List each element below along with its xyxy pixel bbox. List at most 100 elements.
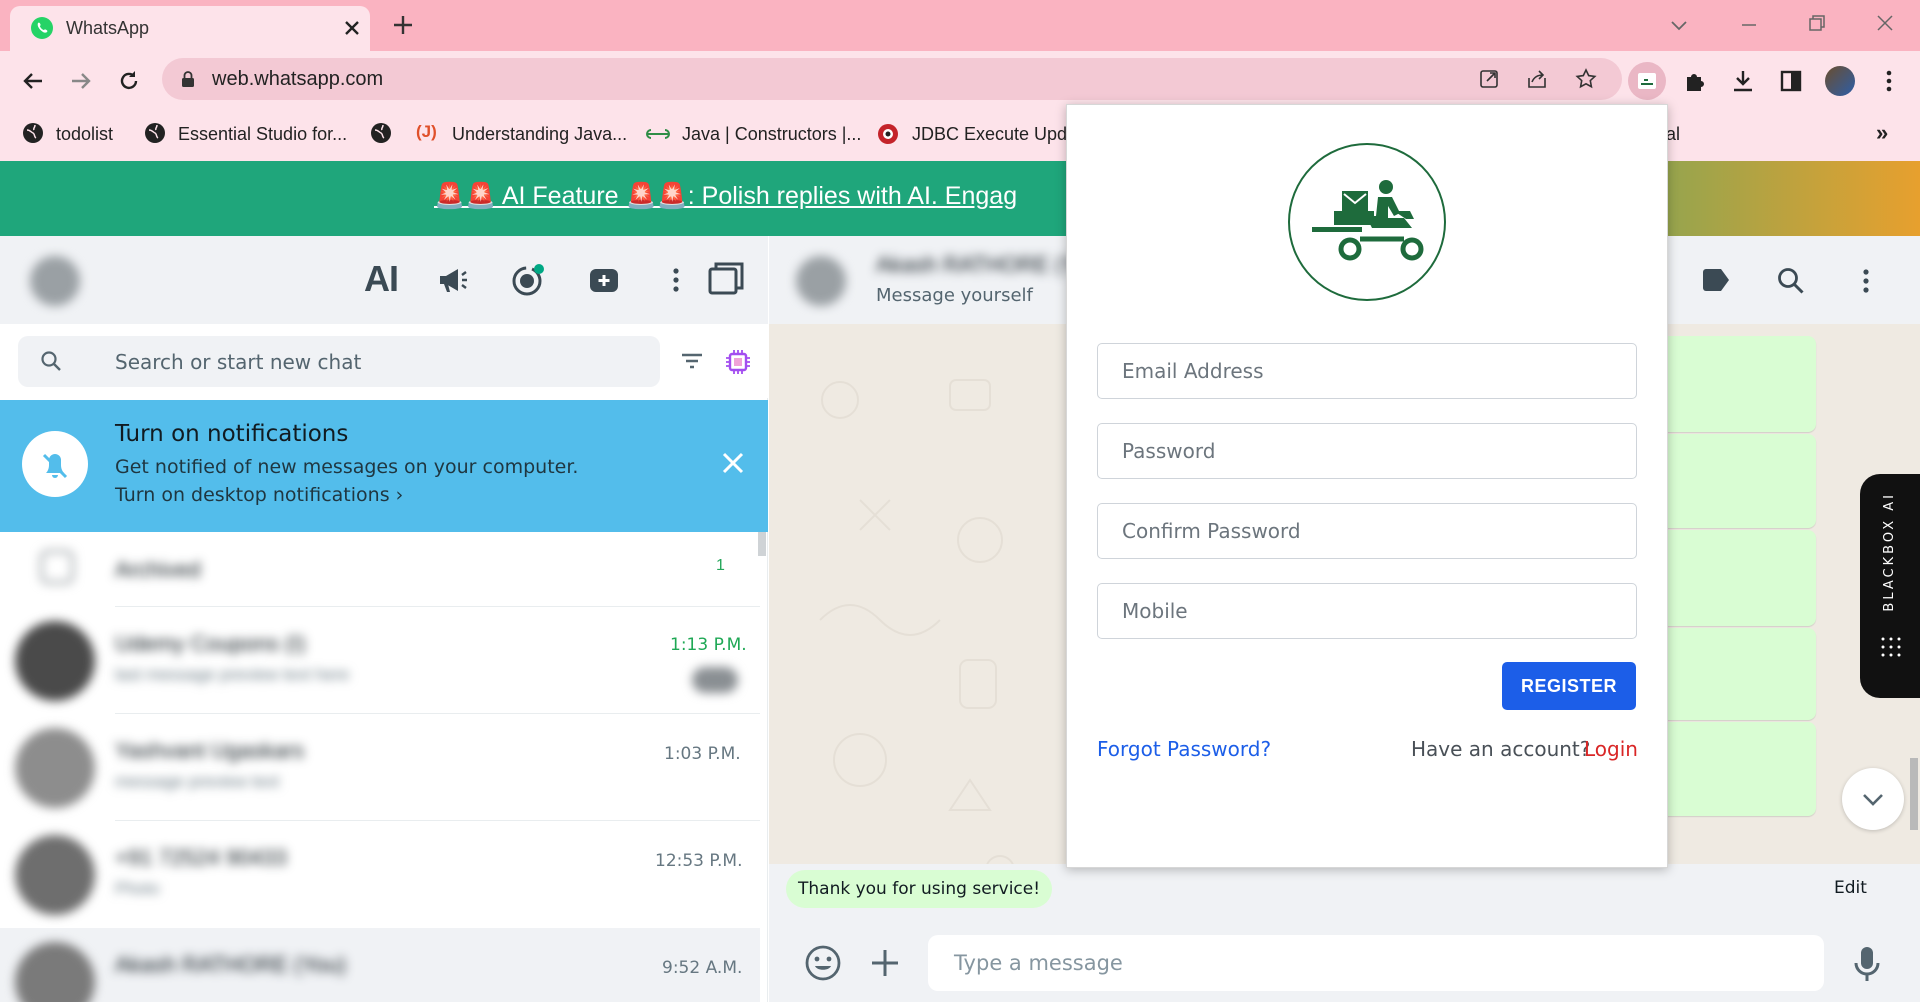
tab-close-icon[interactable] xyxy=(340,16,364,40)
ai-chip-icon[interactable] xyxy=(724,348,752,376)
email-field[interactable]: Email Address xyxy=(1097,343,1637,399)
notification-link[interactable]: Turn on desktop notifications › xyxy=(115,484,403,506)
bookmark-truncated[interactable]: al xyxy=(1666,124,1680,145)
register-button[interactable]: REGISTER xyxy=(1502,662,1636,710)
minimize-icon[interactable] xyxy=(1738,14,1760,36)
conversation-scrollbar-thumb[interactable] xyxy=(1910,758,1918,830)
password-field[interactable]: Password xyxy=(1097,423,1637,479)
chat-avatar xyxy=(15,942,95,1002)
wallpaper-doodles xyxy=(800,340,1060,900)
ai-button[interactable]: AI xyxy=(364,258,399,300)
new-tab-icon[interactable] xyxy=(390,12,416,38)
microphone-icon[interactable] xyxy=(1852,944,1882,984)
bookmarks-overflow-chevron-icon[interactable]: » xyxy=(1876,120,1888,146)
notification-body: Get notified of new messages on your com… xyxy=(115,456,579,478)
bookmark-understanding-java[interactable]: Understanding Java... xyxy=(452,124,627,145)
confirm-password-field[interactable]: Confirm Password xyxy=(1097,503,1637,559)
ai-feature-banner-text[interactable]: 🚨🚨 AI Feature 🚨🚨: Polish replies with AI… xyxy=(434,182,1017,211)
chat-avatar xyxy=(15,621,95,701)
delivery-scooter-icon xyxy=(1312,180,1424,261)
open-in-app-icon[interactable] xyxy=(1478,68,1500,90)
quick-reply-chip[interactable]: Thank you for using service! xyxy=(786,870,1053,908)
confirm-password-placeholder: Confirm Password xyxy=(1122,519,1301,543)
bell-off-icon xyxy=(22,431,88,497)
globe-icon[interactable] xyxy=(370,122,392,144)
chat-name: Yashvant Ugaskars xyxy=(115,738,305,763)
globe-icon xyxy=(22,122,44,144)
extensions-puzzle-icon[interactable] xyxy=(1682,68,1708,94)
chat-avatar xyxy=(15,728,95,808)
multi-window-icon[interactable] xyxy=(706,260,746,298)
blackbox-logo-icon xyxy=(1878,634,1904,660)
browser-menu-icon[interactable] xyxy=(1876,68,1902,94)
side-panel-icon[interactable] xyxy=(1778,68,1804,94)
extension-delivery-icon[interactable] xyxy=(1628,62,1666,100)
contact-subtitle: Message yourself xyxy=(876,285,1033,306)
download-icon[interactable] xyxy=(1730,68,1756,94)
message-bubble[interactable] xyxy=(1660,434,1816,528)
forward-icon[interactable] xyxy=(68,68,94,94)
chat-list-item[interactable]: +91 72524 90433 Photo 12:53 P.M. xyxy=(0,821,760,927)
reload-icon[interactable] xyxy=(116,68,142,94)
conversation-menu-icon[interactable] xyxy=(1854,266,1878,296)
search-placeholder: Search or start new chat xyxy=(115,350,362,374)
bookmark-java-constructors[interactable]: Java | Constructors |... xyxy=(682,124,861,145)
archived-label[interactable]: Archived xyxy=(115,557,201,583)
gfg-favicon-icon xyxy=(646,126,670,142)
blackbox-ai-widget[interactable]: BLACKBOX AI xyxy=(1860,474,1920,698)
scrollbar-thumb[interactable] xyxy=(758,532,766,556)
conversation-search-icon[interactable] xyxy=(1776,266,1806,296)
bookmark-jdbc[interactable]: JDBC Execute Upda xyxy=(912,124,1077,145)
sidebar-menu-icon[interactable] xyxy=(664,264,688,296)
mobile-placeholder: Mobile xyxy=(1122,599,1188,623)
address-bar[interactable]: web.whatsapp.com xyxy=(162,58,1622,100)
emoji-icon[interactable] xyxy=(804,944,842,982)
contact-avatar[interactable] xyxy=(796,256,846,306)
attach-plus-icon[interactable] xyxy=(868,946,902,980)
communities-icon[interactable] xyxy=(586,264,622,296)
bookmark-essential-studio[interactable]: Essential Studio for... xyxy=(178,124,347,145)
chat-list-item[interactable]: Yashvant Ugaskars message preview text 1… xyxy=(0,714,760,820)
restore-icon[interactable] xyxy=(1806,12,1828,34)
unread-badge xyxy=(692,667,738,693)
mobile-field[interactable]: Mobile xyxy=(1097,583,1637,639)
forgot-password-link[interactable]: Forgot Password? xyxy=(1097,737,1271,761)
my-avatar[interactable] xyxy=(30,256,80,306)
chat-list-item-selected[interactable]: Akash RATHORE (You) 9:52 A.M. xyxy=(0,928,760,1002)
scroll-to-bottom-button[interactable] xyxy=(1842,768,1904,830)
notification-title: Turn on notifications xyxy=(115,421,349,447)
bookmark-todolist[interactable]: todolist xyxy=(56,124,113,145)
chat-time: 1:03 P.M. xyxy=(664,744,741,764)
label-tag-icon[interactable] xyxy=(1700,266,1732,294)
chat-name: +91 72524 90433 xyxy=(115,845,287,870)
window-close-icon[interactable] xyxy=(1874,12,1896,34)
delivery-logo xyxy=(1288,143,1446,301)
message-bubble[interactable] xyxy=(1660,530,1816,626)
tab-search-chevron-icon[interactable] xyxy=(1668,14,1690,36)
blackbox-label: BLACKBOX AI xyxy=(1882,492,1897,612)
login-link[interactable]: Login xyxy=(1584,737,1638,761)
chat-time: 12:53 P.M. xyxy=(655,851,743,871)
filter-icon[interactable] xyxy=(680,350,704,372)
status-icon[interactable] xyxy=(510,262,546,298)
message-bubble[interactable] xyxy=(1660,628,1816,720)
message-bubble[interactable] xyxy=(1660,336,1816,432)
message-bubble[interactable] xyxy=(1660,722,1816,816)
profile-avatar[interactable] xyxy=(1825,66,1855,96)
search-input[interactable]: Search or start new chat xyxy=(18,336,660,387)
edit-quick-replies-link[interactable]: Edit xyxy=(1834,878,1867,898)
bookmark-star-icon[interactable] xyxy=(1574,67,1598,91)
chat-time: 1:13 P.M. xyxy=(670,635,747,655)
email-placeholder: Email Address xyxy=(1122,359,1264,383)
chat-avatar xyxy=(15,835,95,915)
back-icon[interactable] xyxy=(20,68,46,94)
share-icon[interactable] xyxy=(1526,68,1548,90)
chat-name: Udemy Coupons (I) xyxy=(115,631,306,656)
notification-close-icon[interactable] xyxy=(720,450,746,476)
chat-preview: Photo xyxy=(115,879,160,898)
megaphone-icon[interactable] xyxy=(436,264,470,296)
message-input[interactable]: Type a message xyxy=(928,935,1824,991)
browser-tab[interactable]: WhatsApp xyxy=(10,6,370,51)
password-placeholder: Password xyxy=(1122,439,1216,463)
chat-list-item[interactable]: Udemy Coupons (I) last message preview t… xyxy=(0,607,760,713)
